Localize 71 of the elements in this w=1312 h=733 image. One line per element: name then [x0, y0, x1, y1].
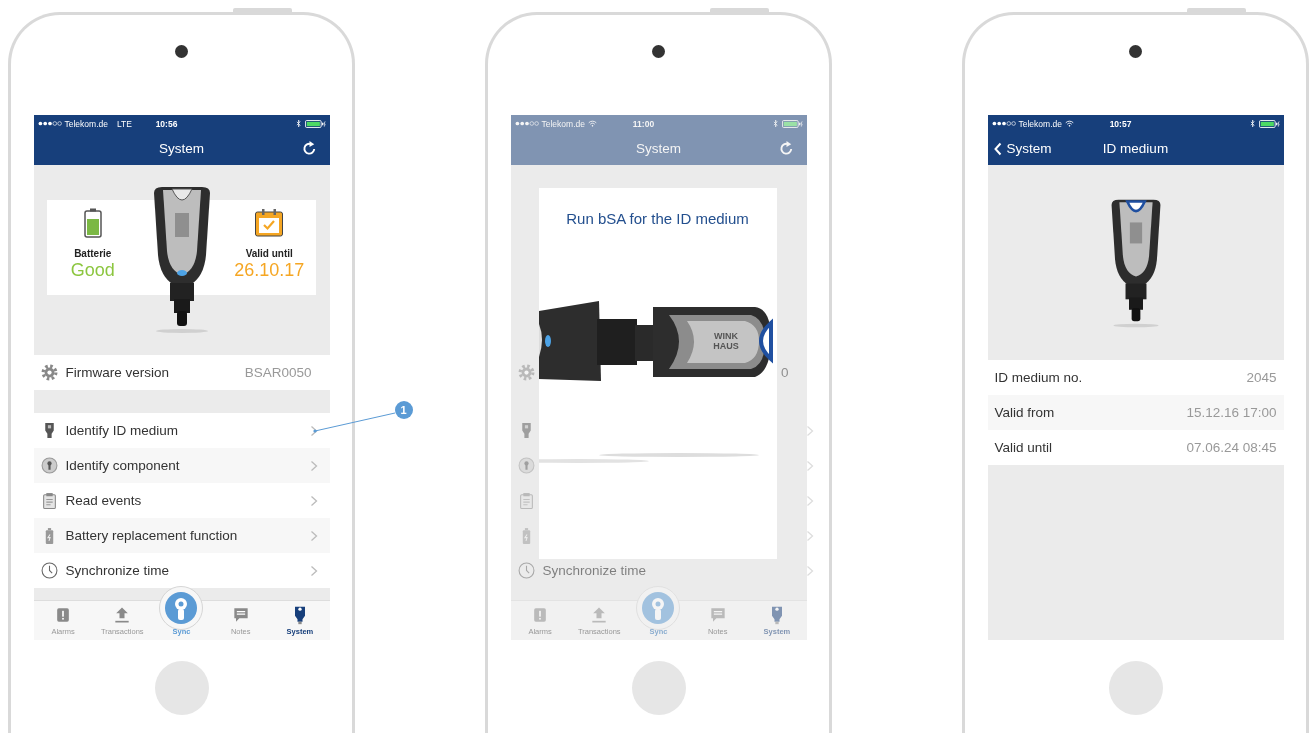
clipboard-icon [517, 492, 535, 509]
home-button[interactable] [154, 661, 209, 715]
chevron-icon [309, 564, 318, 577]
keyhole-icon [40, 457, 58, 474]
bluetooth-icon [295, 119, 301, 128]
menu-item-label: Synchronize time [542, 563, 647, 578]
field-value: BSAR0050 [244, 365, 312, 380]
bluetooth-icon [772, 119, 778, 128]
chevron-icon [805, 494, 814, 507]
calendar-icon [254, 208, 285, 238]
dialog-title: Run bSA for the ID medium [565, 210, 750, 227]
keyhole-icon [636, 586, 681, 630]
field-value: 15.12.16 17:00 [1186, 405, 1277, 420]
carrier-name: Telekom.de [541, 118, 585, 129]
chevron-icon [805, 529, 814, 542]
wifi-icon [587, 120, 597, 127]
back-button[interactable]: System [987, 141, 1052, 156]
validity-label: Valid until [245, 248, 293, 259]
menu-item[interactable]: Identify ID medium [33, 413, 330, 448]
wifi-icon [1064, 120, 1074, 127]
home-button[interactable] [631, 661, 686, 715]
callout-marker: 1 [394, 401, 413, 419]
clipboard-icon [40, 492, 58, 509]
signal-icon [37, 121, 62, 126]
camera-dot [652, 45, 665, 58]
screen-title: System [635, 141, 682, 156]
field-label: ID medium no. [994, 370, 1083, 385]
chevron-icon [309, 459, 318, 472]
battery-icon [1258, 119, 1280, 128]
gear-icon [517, 364, 535, 381]
carrier-name: Telekom.de [64, 118, 108, 129]
battery-label: Batterie [74, 248, 112, 259]
clock-icon [40, 562, 58, 579]
signal-icon [514, 121, 539, 126]
menu-item[interactable]: Read events [33, 483, 330, 518]
clock-time: 10:56 [155, 118, 178, 129]
battery-icon [781, 119, 803, 128]
chevron-icon [805, 424, 814, 437]
field-label: Valid from [994, 405, 1055, 420]
menu-item[interactable]: Identify component [33, 448, 330, 483]
chevron-icon [805, 459, 814, 472]
network-type: LTE [116, 118, 132, 129]
keyhole-icon [517, 457, 535, 474]
menu-item[interactable]: Battery replacement function [33, 518, 330, 553]
field-label: Valid until [994, 440, 1053, 455]
chevron-icon [309, 529, 318, 542]
home-button[interactable] [1108, 661, 1163, 715]
screen-title: System [158, 141, 205, 156]
clock-icon [517, 562, 535, 579]
menu-item[interactable]: Synchronize time [33, 553, 330, 588]
key-logo-text: WINK HAUS [712, 331, 739, 351]
camera-dot [1129, 45, 1142, 58]
carrier-name: Telekom.de [1018, 118, 1062, 129]
chevron-icon [309, 494, 318, 507]
field-value: 2045 [1246, 370, 1277, 385]
back-chevron-icon [993, 141, 1002, 156]
validity-date: 26.10.17 [234, 260, 305, 281]
signal-icon [991, 121, 1016, 126]
bluetooth-icon [1249, 119, 1255, 128]
clock-time: 11:00 [632, 118, 655, 129]
field-value: 07.06.24 08:45 [1186, 440, 1277, 455]
screen-title: ID medium [1101, 141, 1170, 156]
clock-time: 10:57 [1109, 118, 1132, 129]
camera-dot [175, 45, 188, 58]
battery-icon [304, 119, 326, 128]
field-value: 0 [781, 365, 789, 380]
chevron-icon [805, 564, 814, 577]
field-label: Firmware version [65, 365, 171, 380]
gear-icon [40, 364, 58, 381]
battery-icon [83, 208, 102, 238]
battery-status: Good [70, 260, 115, 281]
